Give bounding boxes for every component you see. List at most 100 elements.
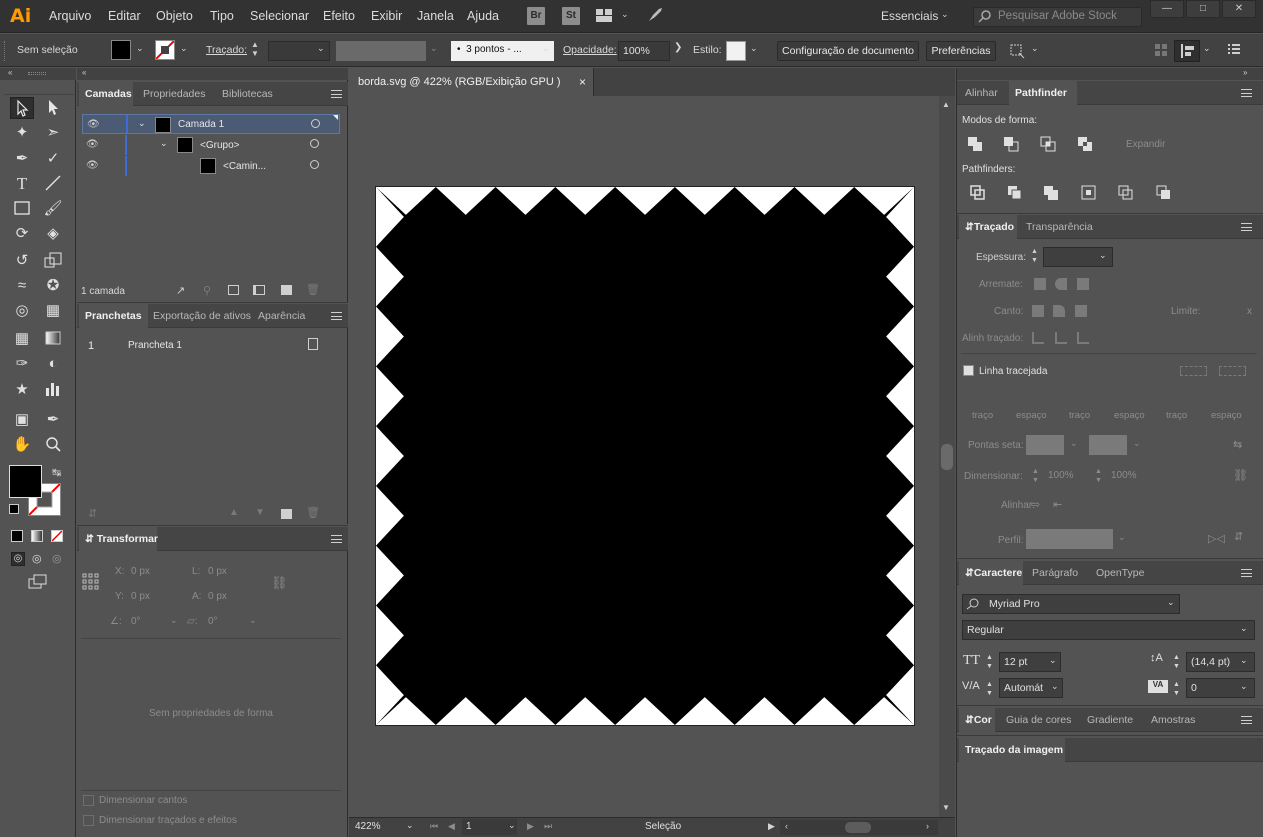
mesh-tool-icon[interactable]: ▦ xyxy=(10,328,34,350)
leading-stepper[interactable]: ▲ ▼ xyxy=(1173,653,1180,671)
transform-icon[interactable] xyxy=(1008,42,1026,60)
tab-paragrafo[interactable]: Parágrafo xyxy=(1026,561,1084,585)
artboard-options-icon[interactable] xyxy=(308,338,318,350)
scrollbar-thumb[interactable] xyxy=(941,444,953,470)
reference-point-icon[interactable] xyxy=(82,573,100,591)
arrow-tip-beyond-icon[interactable]: ⇨ xyxy=(1031,498,1040,511)
chevron-down-icon[interactable]: ⌄ xyxy=(1167,597,1175,608)
zoom-level[interactable]: 422% xyxy=(355,821,381,832)
fill-color-swatch[interactable] xyxy=(9,465,42,498)
target-icon[interactable] xyxy=(310,139,319,148)
rearrange-icon[interactable]: ⇵ xyxy=(88,507,97,520)
menu-ajuda[interactable]: Ajuda xyxy=(467,9,499,23)
rotate-field[interactable]: 0° xyxy=(131,616,141,627)
menu-exibir[interactable]: Exibir xyxy=(371,9,402,23)
swap-arrowheads-icon[interactable]: ⇆ xyxy=(1233,438,1242,451)
type-tool-icon[interactable]: T xyxy=(10,173,34,195)
pen-tool-icon[interactable]: ✒ xyxy=(10,148,34,170)
zigzag-border-shape[interactable] xyxy=(376,187,914,725)
chevron-down-icon[interactable]: ⌄ xyxy=(180,43,188,54)
preserve-dash-icon[interactable] xyxy=(1180,366,1207,376)
minus-front-icon[interactable] xyxy=(1003,136,1021,152)
tab-tracado-da-imagem[interactable]: Traçado da imagem xyxy=(959,738,1065,762)
tab-alinhar[interactable]: Alinhar xyxy=(959,81,1004,105)
miter-join-icon[interactable] xyxy=(1032,305,1044,317)
unite-icon[interactable] xyxy=(967,136,985,152)
menu-janela[interactable]: Janela xyxy=(417,9,454,23)
intersect-icon[interactable] xyxy=(1040,136,1058,152)
scale-end-field[interactable]: 100% xyxy=(1111,470,1137,481)
scale-strokes-checkbox[interactable] xyxy=(83,815,94,826)
rotate-tool-icon[interactable]: ↺ xyxy=(10,250,34,272)
chevron-down-icon[interactable]: ⌄ xyxy=(1031,43,1039,54)
scale-start-field[interactable]: 100% xyxy=(1048,470,1074,481)
tab-pathfinder[interactable]: Pathfinder xyxy=(1009,81,1077,105)
color-mode-icon[interactable] xyxy=(11,530,23,542)
chevron-down-icon[interactable]: ⌄ xyxy=(1240,681,1248,692)
layer-name[interactable]: Camada 1 xyxy=(178,119,224,130)
lasso-tool-icon[interactable]: ➣ xyxy=(41,122,65,144)
chevron-down-icon[interactable]: ⌄ xyxy=(1240,655,1248,666)
chevron-down-icon[interactable]: ⌄ xyxy=(160,138,168,149)
arrange-documents-icon[interactable] xyxy=(596,9,612,22)
target-icon[interactable] xyxy=(311,119,320,128)
width-profile-select[interactable] xyxy=(1026,529,1113,549)
blend-tool-icon[interactable]: ◐ xyxy=(41,353,65,375)
chevron-down-icon[interactable]: ⌄ xyxy=(621,9,629,20)
scrollbar-thumb[interactable] xyxy=(845,822,871,833)
zoom-tool-icon[interactable] xyxy=(41,434,65,456)
merge-icon[interactable] xyxy=(1043,185,1059,201)
maximize-button[interactable]: □ xyxy=(1186,0,1220,18)
menu-tipo[interactable]: Tipo xyxy=(210,9,234,23)
vertical-scrollbar[interactable]: ▲ ▼ xyxy=(939,96,955,817)
chevron-down-icon[interactable]: ⌄ xyxy=(136,43,144,54)
menu-selecionar[interactable]: Selecionar xyxy=(250,9,309,23)
opacity-label[interactable]: Opacidade: xyxy=(563,44,617,56)
expand-button[interactable]: Expandir xyxy=(1126,139,1165,150)
shear-field[interactable]: 0° xyxy=(208,616,218,627)
horizontal-scrollbar[interactable]: ‹ › xyxy=(780,820,938,835)
align-dash-icon[interactable] xyxy=(1219,366,1246,376)
artboard-tool-icon[interactable]: ▣ xyxy=(10,409,34,431)
bevel-join-icon[interactable] xyxy=(1075,305,1087,317)
stroke-label[interactable]: Traçado: xyxy=(206,44,247,56)
tab-tracado[interactable]: ⇵Traçado xyxy=(959,215,1017,239)
shape-builder-tool-icon[interactable]: ◎ xyxy=(10,300,34,322)
panel-menu-icon[interactable] xyxy=(331,535,342,543)
tab-exportacao-de-ativos[interactable]: Exportação de ativos xyxy=(147,304,257,328)
link-scale-icon[interactable]: ⛓ xyxy=(1233,468,1248,482)
stroke-weight-stepper[interactable]: ▲ ▼ xyxy=(251,40,265,62)
next-artboard-icon[interactable]: ▶ xyxy=(527,821,534,832)
puppet-warp-tool-icon[interactable]: ✪ xyxy=(41,275,65,297)
previous-artboard-icon[interactable]: ◀ xyxy=(448,821,455,832)
chevron-down-icon[interactable]: ⌄ xyxy=(542,43,550,54)
dashed-line-checkbox[interactable] xyxy=(963,365,974,376)
zigzag-path[interactable] xyxy=(376,187,914,725)
tab-amostras[interactable]: Amostras xyxy=(1145,708,1201,732)
first-artboard-icon[interactable]: ⏮ xyxy=(430,821,438,832)
layer-row[interactable]: 👁 ⌄ Camada 1 xyxy=(82,114,340,134)
tab-pranchetas[interactable]: Pranchetas xyxy=(79,304,148,328)
width-tool-icon[interactable]: ≈ xyxy=(10,275,34,297)
scroll-down-icon[interactable]: ▼ xyxy=(942,803,950,812)
projecting-cap-icon[interactable] xyxy=(1077,278,1089,290)
menu-list-icon[interactable] xyxy=(1228,44,1240,54)
menu-objeto[interactable]: Objeto xyxy=(156,9,193,23)
layer-name[interactable]: <Camin... xyxy=(223,161,266,172)
workspace-switcher[interactable]: Essenciais xyxy=(881,9,938,23)
scroll-up-icon[interactable]: ▲ xyxy=(942,100,950,109)
scroll-left-icon[interactable]: ‹ xyxy=(785,821,788,831)
tab-transformar[interactable]: ⇵ Transformar xyxy=(79,527,158,551)
magic-wand-tool-icon[interactable]: ✦ xyxy=(10,122,34,144)
minus-back-icon[interactable] xyxy=(1156,185,1172,201)
tab-gradiente[interactable]: Gradiente xyxy=(1081,708,1139,732)
constrain-proportions-icon[interactable]: ⛓ xyxy=(271,575,288,591)
flip-along-icon[interactable]: ▷◁ xyxy=(1208,532,1225,545)
chevron-down-icon[interactable]: ⌄ xyxy=(170,615,178,626)
panel-menu-icon[interactable] xyxy=(1241,89,1252,97)
eye-icon[interactable]: 👁 xyxy=(86,139,99,150)
trash-icon[interactable]: 🗑 xyxy=(306,283,320,296)
chevron-down-icon[interactable]: ⌄ xyxy=(1051,681,1059,692)
chevron-down-icon[interactable]: ⌄ xyxy=(1133,438,1141,449)
tab-propriedades[interactable]: Propriedades xyxy=(137,82,211,106)
